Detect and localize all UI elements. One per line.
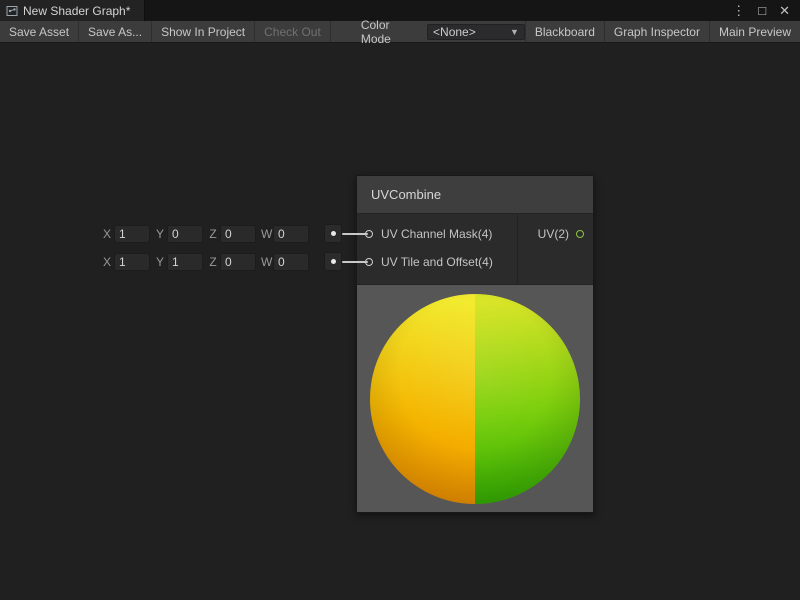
blackboard-button[interactable]: Blackboard bbox=[525, 21, 604, 42]
sphere-right-gradient bbox=[475, 294, 580, 504]
vector4-input-row-1: X Y Z W bbox=[102, 224, 342, 243]
vector-field-w: W bbox=[261, 225, 309, 243]
input-port-label: UV Channel Mask(4) bbox=[381, 227, 492, 241]
input-port-row-uv-channel-mask: UV Channel Mask(4) bbox=[357, 220, 517, 248]
vector4-connector-port-1[interactable] bbox=[324, 224, 342, 243]
vector-field-y-label: Y bbox=[155, 255, 165, 269]
show-in-project-button[interactable]: Show In Project bbox=[152, 21, 255, 42]
input-port-label: UV Tile and Offset(4) bbox=[381, 255, 493, 269]
kebab-menu-icon[interactable]: ⋮ bbox=[732, 4, 745, 17]
output-port-icon[interactable] bbox=[576, 230, 584, 238]
vector-field-w-label: W bbox=[261, 227, 271, 241]
toolbar: Save Asset Save As... Show In Project Ch… bbox=[0, 21, 800, 43]
vector-field-x-label: X bbox=[102, 255, 112, 269]
color-mode-label: Color Mode bbox=[361, 18, 420, 46]
save-asset-button[interactable]: Save Asset bbox=[0, 21, 79, 42]
vector-field-y-input[interactable] bbox=[167, 225, 203, 243]
window-controls: ⋮ □ ✕ bbox=[732, 0, 800, 21]
vector-field-z: Z bbox=[208, 253, 256, 271]
node-uvcombine[interactable]: UVCombine UV Channel Mask(4) UV Tile and… bbox=[356, 175, 594, 513]
vector-field-z: Z bbox=[208, 225, 256, 243]
vector-field-x-input[interactable] bbox=[114, 225, 150, 243]
node-title-bar[interactable]: UVCombine bbox=[357, 176, 593, 214]
maximize-icon[interactable]: □ bbox=[758, 4, 766, 17]
output-port-label: UV(2) bbox=[538, 227, 569, 241]
vector-field-z-input[interactable] bbox=[220, 253, 256, 271]
graph-inspector-button[interactable]: Graph Inspector bbox=[604, 21, 709, 42]
vector-field-w-label: W bbox=[261, 255, 271, 269]
vector-field-z-label: Z bbox=[208, 227, 218, 241]
vector4-input-row-2: X Y Z W bbox=[102, 252, 342, 271]
chevron-down-icon: ▼ bbox=[510, 27, 519, 37]
tab-title: New Shader Graph* bbox=[23, 4, 130, 18]
vector-field-w-input[interactable] bbox=[273, 253, 309, 271]
node-inputs: UV Channel Mask(4) UV Tile and Offset(4) bbox=[357, 214, 517, 284]
node-title: UVCombine bbox=[371, 187, 441, 202]
color-mode-group: Color Mode <None> ▼ bbox=[361, 21, 525, 42]
preview-sphere bbox=[370, 294, 580, 504]
vector-field-x-input[interactable] bbox=[114, 253, 150, 271]
vector-field-w-input[interactable] bbox=[273, 225, 309, 243]
port-dot-icon bbox=[331, 231, 336, 236]
save-as-button[interactable]: Save As... bbox=[79, 21, 152, 42]
node-preview bbox=[357, 284, 593, 512]
edge-to-uv-tile-offset bbox=[342, 261, 368, 263]
sphere-left-gradient bbox=[370, 294, 475, 504]
color-mode-dropdown[interactable]: <None> ▼ bbox=[427, 24, 525, 40]
tab-new-shader-graph[interactable]: New Shader Graph* bbox=[0, 0, 145, 21]
node-port-area: UV Channel Mask(4) UV Tile and Offset(4)… bbox=[357, 214, 593, 284]
color-mode-value: <None> bbox=[433, 25, 476, 39]
vector-field-w: W bbox=[261, 253, 309, 271]
close-icon[interactable]: ✕ bbox=[779, 4, 790, 17]
vector-field-y-label: Y bbox=[155, 227, 165, 241]
vector-field-x: X bbox=[102, 253, 150, 271]
edge-to-uv-channel-mask bbox=[342, 233, 368, 235]
vector-field-z-label: Z bbox=[208, 255, 218, 269]
shader-graph-icon bbox=[6, 5, 18, 17]
input-port-row-uv-tile-offset: UV Tile and Offset(4) bbox=[357, 248, 517, 276]
main-preview-button[interactable]: Main Preview bbox=[709, 21, 800, 42]
vector-field-x-label: X bbox=[102, 227, 112, 241]
graph-canvas[interactable]: X Y Z W X Y Z bbox=[0, 43, 800, 600]
toolbar-right-group: Blackboard Graph Inspector Main Preview bbox=[525, 21, 800, 42]
vector-field-z-input[interactable] bbox=[220, 225, 256, 243]
check-out-button: Check Out bbox=[255, 21, 331, 42]
node-outputs: UV(2) bbox=[517, 214, 593, 284]
output-port-row-uv: UV(2) bbox=[518, 220, 593, 248]
vector-field-y: Y bbox=[155, 253, 203, 271]
vector-field-x: X bbox=[102, 225, 150, 243]
vector-field-y-input[interactable] bbox=[167, 253, 203, 271]
port-dot-icon bbox=[331, 259, 336, 264]
vector-field-y: Y bbox=[155, 225, 203, 243]
vector4-connector-port-2[interactable] bbox=[324, 252, 342, 271]
